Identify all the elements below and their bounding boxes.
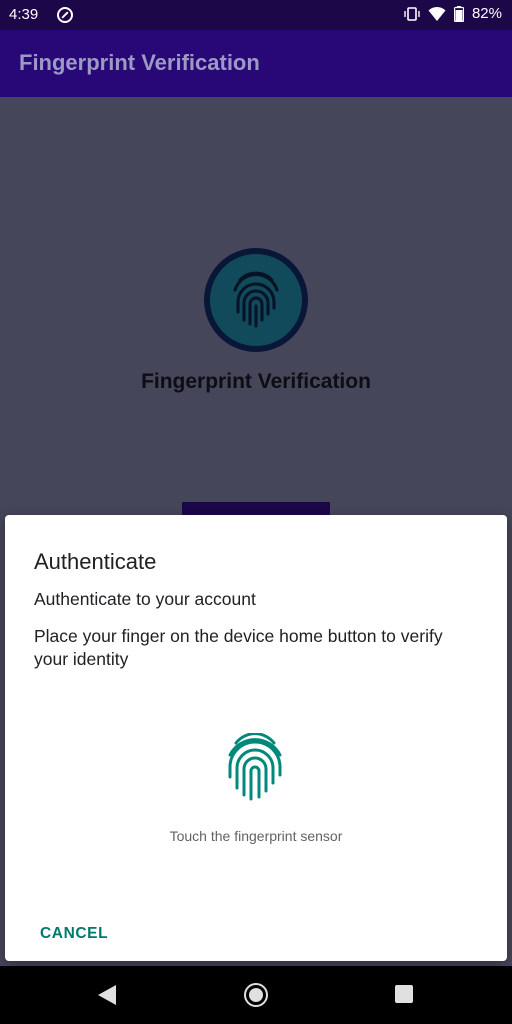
fingerprint-badge: [204, 248, 308, 352]
auth-dialog: Authenticate Authenticate to your accoun…: [5, 515, 507, 961]
app-title: Fingerprint Verification: [19, 50, 260, 75]
dnd-icon: [57, 7, 73, 23]
dialog-hint: Touch the fingerprint sensor: [169, 828, 343, 844]
battery-percent: 82%: [471, 5, 502, 22]
home-icon[interactable]: [244, 983, 268, 1007]
status-time: 4:39: [9, 6, 39, 23]
vibrate-icon: [404, 6, 420, 21]
verify-button: [182, 502, 330, 516]
status-icons: 82%: [404, 5, 502, 22]
fingerprint-sensor-icon: [228, 733, 282, 801]
dialog-title: Authenticate: [34, 549, 157, 574]
cancel-button[interactable]: CANCEL: [40, 925, 108, 943]
hero-title: Fingerprint Verification: [141, 370, 371, 393]
navigation-bar: [0, 966, 512, 1024]
fingerprint-badge-inner: [210, 254, 302, 346]
status-bar: 4:39 82%: [0, 0, 512, 30]
back-icon[interactable]: [98, 985, 116, 1005]
fingerprint-icon: [233, 271, 279, 328]
battery-icon: [453, 5, 464, 22]
app-bar: Fingerprint Verification: [0, 30, 512, 97]
recents-icon[interactable]: [395, 985, 413, 1003]
dialog-description: Place your finger on the device home but…: [34, 626, 443, 669]
wifi-icon: [428, 6, 446, 21]
dialog-subtitle: Authenticate to your account: [34, 589, 256, 609]
